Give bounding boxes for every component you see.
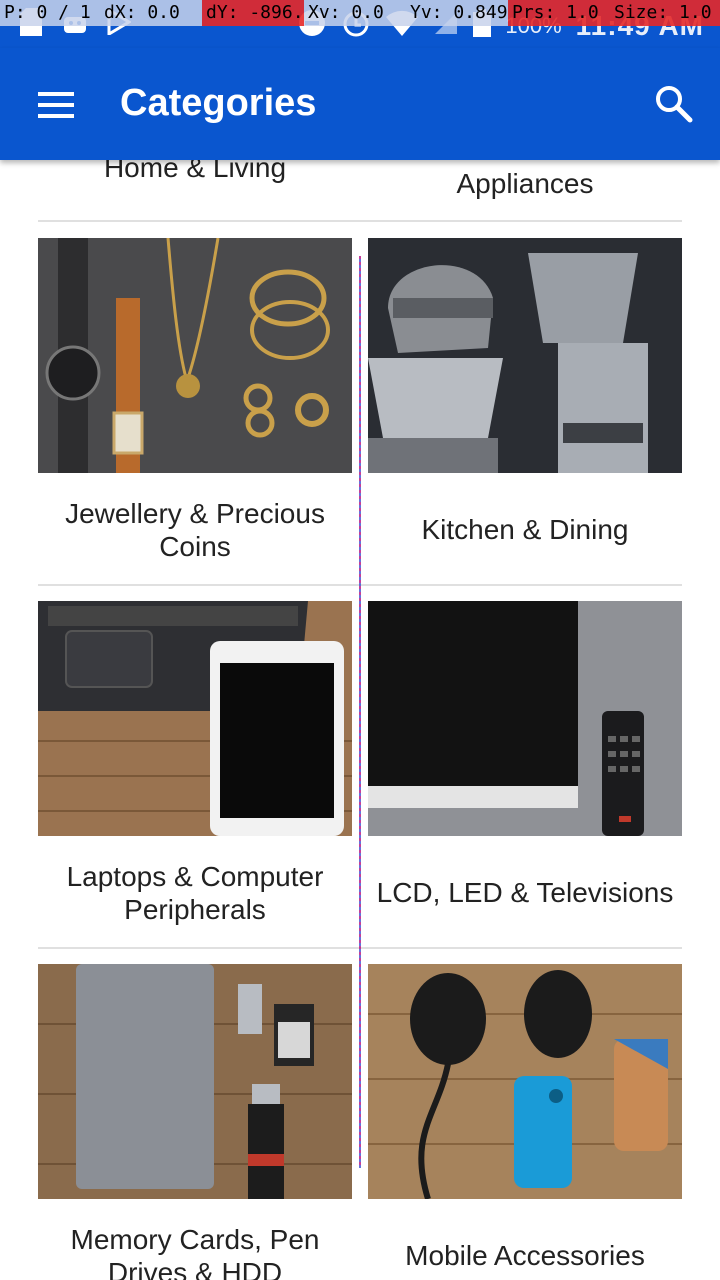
category-image-kitchen-dining xyxy=(368,238,682,473)
category-label: Mobile Accessories xyxy=(405,1240,645,1271)
category-label: LCD, LED & Televisions xyxy=(376,877,674,908)
category-label: Memory Cards, Pen Drives & HDD xyxy=(70,1223,320,1280)
category-row-partial: Home & Living Appliances xyxy=(38,160,682,222)
category-image-memory xyxy=(38,964,352,1199)
pointer-location-overlay: P: 0 / 1 dX: 0.0 dY: -896.0 Xv: 0.0 Yv: … xyxy=(0,0,720,26)
velocity-x: Xv: 0.0 xyxy=(304,0,406,26)
category-card-televisions[interactable]: LCD, LED & Televisions xyxy=(368,601,682,949)
category-card-jewellery[interactable]: Jewellery & Precious Coins xyxy=(38,238,352,586)
category-card-mobile-accessories[interactable]: Mobile Accessories xyxy=(368,964,682,1280)
category-image-mobile-accessories xyxy=(368,964,682,1199)
category-card-memory[interactable]: Memory Cards, Pen Drives & HDD xyxy=(38,964,352,1280)
category-label: Kitchen & Dining xyxy=(421,514,629,545)
category-card-laptops[interactable]: Laptops & Computer Peripherals xyxy=(38,601,352,949)
touch-trace-line xyxy=(359,256,361,1168)
category-label: Jewellery & Precious Coins xyxy=(65,497,325,562)
page-title: Categories xyxy=(120,82,317,124)
search-icon[interactable] xyxy=(654,84,694,124)
app-bar: Categories xyxy=(0,48,720,160)
category-appliances[interactable]: Appliances xyxy=(368,168,682,200)
delta-x: dX: 0.0 xyxy=(100,0,202,26)
category-home-living[interactable]: Home & Living xyxy=(38,160,352,184)
pressure: Prs: 1.0 xyxy=(508,0,610,26)
pointer-count: P: 0 / 1 xyxy=(0,0,100,26)
menu-icon[interactable] xyxy=(38,92,74,118)
delta-y: dY: -896.0 xyxy=(202,0,304,26)
category-grid: Home & Living Appliances Jewellery & Pre… xyxy=(0,160,720,1280)
category-label: Laptops & Computer Peripherals xyxy=(66,860,324,925)
category-image-televisions xyxy=(368,601,682,836)
category-card-kitchen-dining[interactable]: Kitchen & Dining xyxy=(368,238,682,586)
touch-size: Size: 1.0 xyxy=(610,0,720,26)
velocity-y: Yv: 0.849 xyxy=(406,0,508,26)
category-image-laptops xyxy=(38,601,352,836)
category-image-jewellery xyxy=(38,238,352,473)
